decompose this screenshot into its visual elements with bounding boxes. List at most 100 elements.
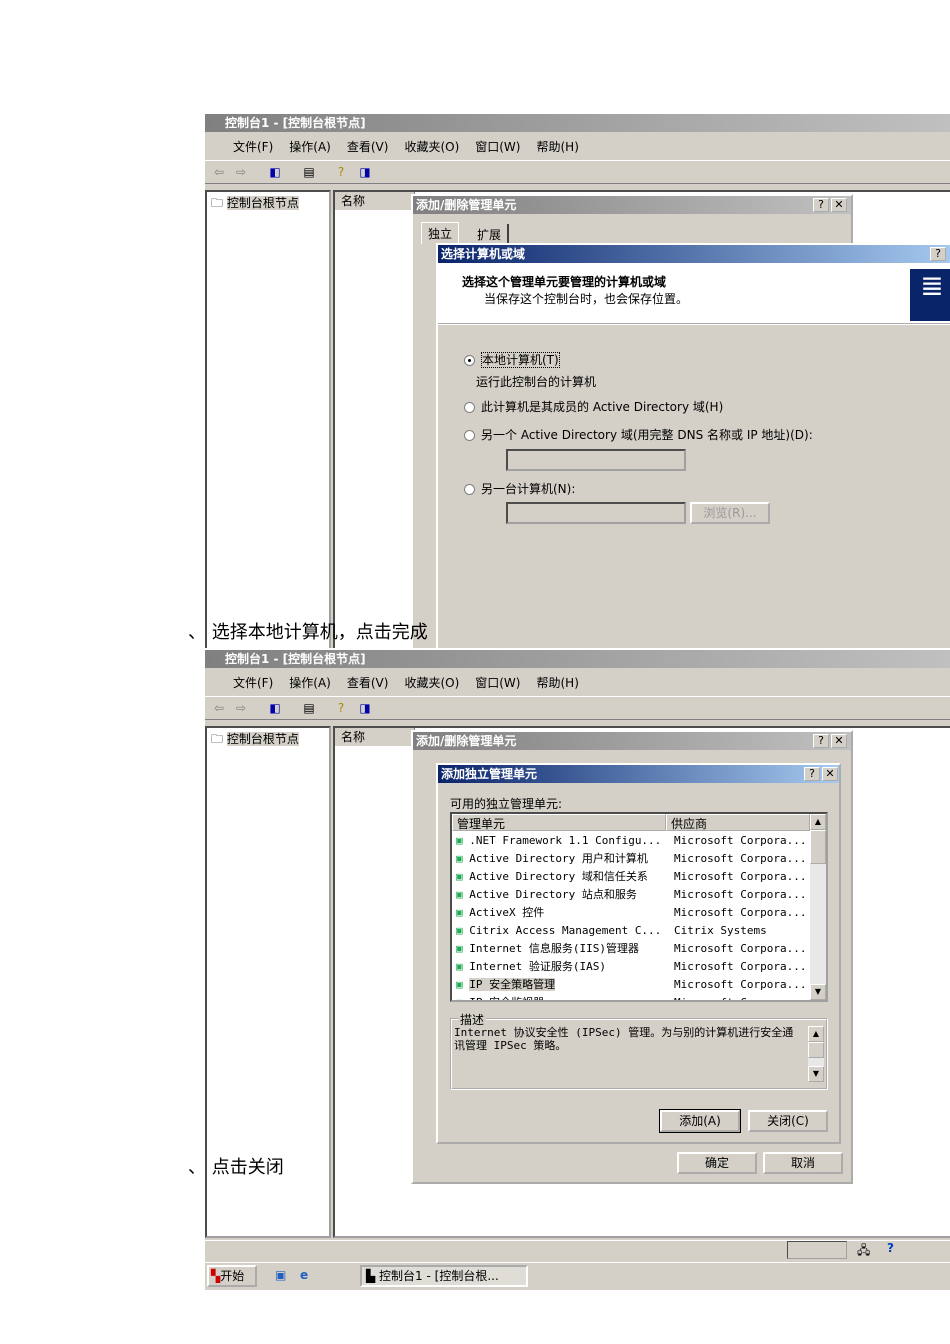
snapin-name: IP 安全策略管理 [469,978,556,991]
back-icon[interactable]: ⇦ [211,165,227,179]
caption-step-1: 、 选择本地计算机，点击完成 [188,622,428,643]
snapin-row[interactable]: ▣ Active Directory 站点和服务 Microsoft Corpor… [456,886,806,904]
snapin-name: Internet 验证服务(IAS) [469,960,606,973]
snapin-vendor: Microsoft Corpora... [674,978,807,991]
radio-member-domain[interactable]: 此计算机是其成员的 Active Directory 域(H) [464,398,723,415]
menu-file[interactable]: 文件(F) [233,676,273,690]
radio-local[interactable]: 本地计算机(T) [464,351,560,368]
snapin-icon: ▣ [456,942,463,955]
taskbar-mmc-button[interactable]: ▙ 控制台1 - [控制台根... [360,1265,528,1287]
snapin-icon: ▣ [456,834,463,847]
snapin-icon: ▣ [456,960,463,973]
snapin-vendor: Microsoft Corpora... [674,960,807,973]
action-pane-icon[interactable]: ◨ [357,165,373,179]
snapin-row[interactable]: ▣ ActiveX 控件 Microsoft Corpora... [456,904,806,922]
snapin-row[interactable]: ▣ Active Directory 用户和计算机 Microsoft Corpo… [456,850,806,868]
snapin-row[interactable]: ▣ Active Directory 域和信任关系 Microsoft Corpo… [456,868,806,886]
help-button[interactable]: ? [813,198,829,212]
tree-root[interactable]: 🗀 控制台根节点 [207,728,329,753]
help-button[interactable]: ? [804,767,820,781]
add-button[interactable]: 添加(A) [659,1109,741,1133]
snapin-name: IP 安全监视器 [469,996,544,1000]
label: 另一台计算机(N): [481,482,576,496]
menu-favorites[interactable]: 收藏夹(O) [404,140,459,154]
snapin-row[interactable]: ▣ IP 安全策略管理 Microsoft Corpora... [456,976,806,994]
snapin-vendor: Microsoft Corpora... [674,870,807,883]
export-icon[interactable]: ▤ [301,165,317,179]
menu-file[interactable]: 文件(F) [233,140,273,154]
show-tree-icon[interactable]: ◧ [267,701,283,715]
window-title: 控制台1 - [控制台根节点] [225,116,366,130]
action-pane-icon[interactable]: ◨ [357,701,373,715]
col-snapin[interactable]: 管理单元 [452,814,666,831]
column-name[interactable]: 名称 [335,192,415,210]
snapin-row[interactable]: ▣ Internet 验证服务(IAS) Microsoft Corpora... [456,958,806,976]
close-button[interactable]: ✕ [831,734,847,748]
snapin-row[interactable]: ▣ .NET Framework 1.1 Configu... Microsoft… [456,832,806,850]
help-icon[interactable]: ? [333,701,349,715]
window-title: 控制台1 - [控制台根节点] [225,652,366,666]
snapin-vendor: Citrix Systems [674,924,767,937]
radio-other-domain[interactable]: 另一个 Active Directory 域(用完整 DNS 名称或 IP 地址… [464,426,813,443]
snapin-name: Active Directory 站点和服务 [469,888,637,901]
menu-view[interactable]: 查看(V) [347,140,389,154]
status-bar: 🖧 ? [205,1240,950,1259]
menu-bar: 文件(F) 操作(A) 查看(V) 收藏夹(O) 窗口(W) 帮助(H) [205,672,950,694]
snapin-row[interactable]: ▣ Citrix Access Management C... Citrix Sy… [456,922,806,940]
browse-button[interactable]: 浏览(R)... [690,502,770,524]
snapin-vendor: Microsoft Corpora... [674,942,807,955]
snapin-list[interactable]: 管理单元 供应商 ▣ .NET Framework 1.1 Configu...… [450,812,828,1002]
snapin-name: Active Directory 用户和计算机 [469,852,648,865]
menu-help[interactable]: 帮助(H) [536,676,578,690]
close-button[interactable]: ✕ [831,198,847,212]
tray-network-icon[interactable]: 🖧 [857,1241,870,1262]
desc-scrollbar[interactable]: ▲ ▼ [808,1026,824,1082]
radio-icon [464,355,475,366]
column-name[interactable]: 名称 [335,728,415,746]
domain-input[interactable] [506,449,686,471]
snapin-name: Active Directory 域和信任关系 [469,870,648,883]
menu-action[interactable]: 操作(A) [289,676,331,690]
start-label: 开始 [220,1269,245,1283]
tray-help-icon[interactable]: ? [887,1241,894,1255]
radio-icon [464,484,475,495]
heading: 选择这个管理单元要管理的计算机或域 [462,275,667,289]
snapin-row[interactable]: ▣ IP 安全监视器 Microsoft Corpora... [456,994,806,1000]
tab-standalone[interactable]: 独立 [421,222,460,244]
col-vendor[interactable]: 供应商 [666,814,810,831]
help-button[interactable]: ? [813,734,829,748]
list-scrollbar[interactable]: ▲ ▼ [810,814,826,1000]
cancel-button[interactable]: 取消 [763,1152,843,1174]
quicklaunch-ie-icon[interactable]: e [300,1268,308,1282]
forward-icon[interactable]: ⇨ [233,165,249,179]
quicklaunch-desktop-icon[interactable]: ▣ [275,1268,286,1282]
menu-favorites[interactable]: 收藏夹(O) [404,676,459,690]
snapin-icon: ▣ [456,906,463,919]
export-icon[interactable]: ▤ [301,701,317,715]
forward-icon[interactable]: ⇨ [233,701,249,715]
tab-extension[interactable]: 扩展 [471,224,510,245]
help-button[interactable]: ? [930,247,946,261]
snapin-icon: ▣ [456,870,463,883]
tree-root[interactable]: 🗀 控制台根节点 [207,192,329,217]
help-icon[interactable]: ? [333,165,349,179]
close-button[interactable]: ✕ [822,767,838,781]
snapin-name: Citrix Access Management C... [469,924,662,937]
snapin-row[interactable]: ▣ Internet 信息服务(IIS)管理器 Microsoft Corpora… [456,940,806,958]
snapin-name: ActiveX 控件 [469,906,545,919]
menu-view[interactable]: 查看(V) [347,676,389,690]
computer-input[interactable] [506,502,686,524]
ok-button[interactable]: 确定 [677,1152,757,1174]
menu-help[interactable]: 帮助(H) [536,140,578,154]
show-tree-icon[interactable]: ◧ [267,165,283,179]
radio-local-label: 本地计算机(T) [481,352,560,368]
menu-window[interactable]: 窗口(W) [475,676,520,690]
menu-action[interactable]: 操作(A) [289,140,331,154]
close-dialog-button[interactable]: 关闭(C) [748,1110,828,1132]
tree-root-label: 控制台根节点 [226,196,299,210]
menu-window[interactable]: 窗口(W) [475,140,520,154]
radio-other-computer[interactable]: 另一台计算机(N): [464,480,575,497]
start-button[interactable]: ▚开始 [207,1265,257,1287]
back-icon[interactable]: ⇦ [211,701,227,715]
toolbar: ⇦ ⇨ ◧ ▤? ◨ [205,696,950,720]
